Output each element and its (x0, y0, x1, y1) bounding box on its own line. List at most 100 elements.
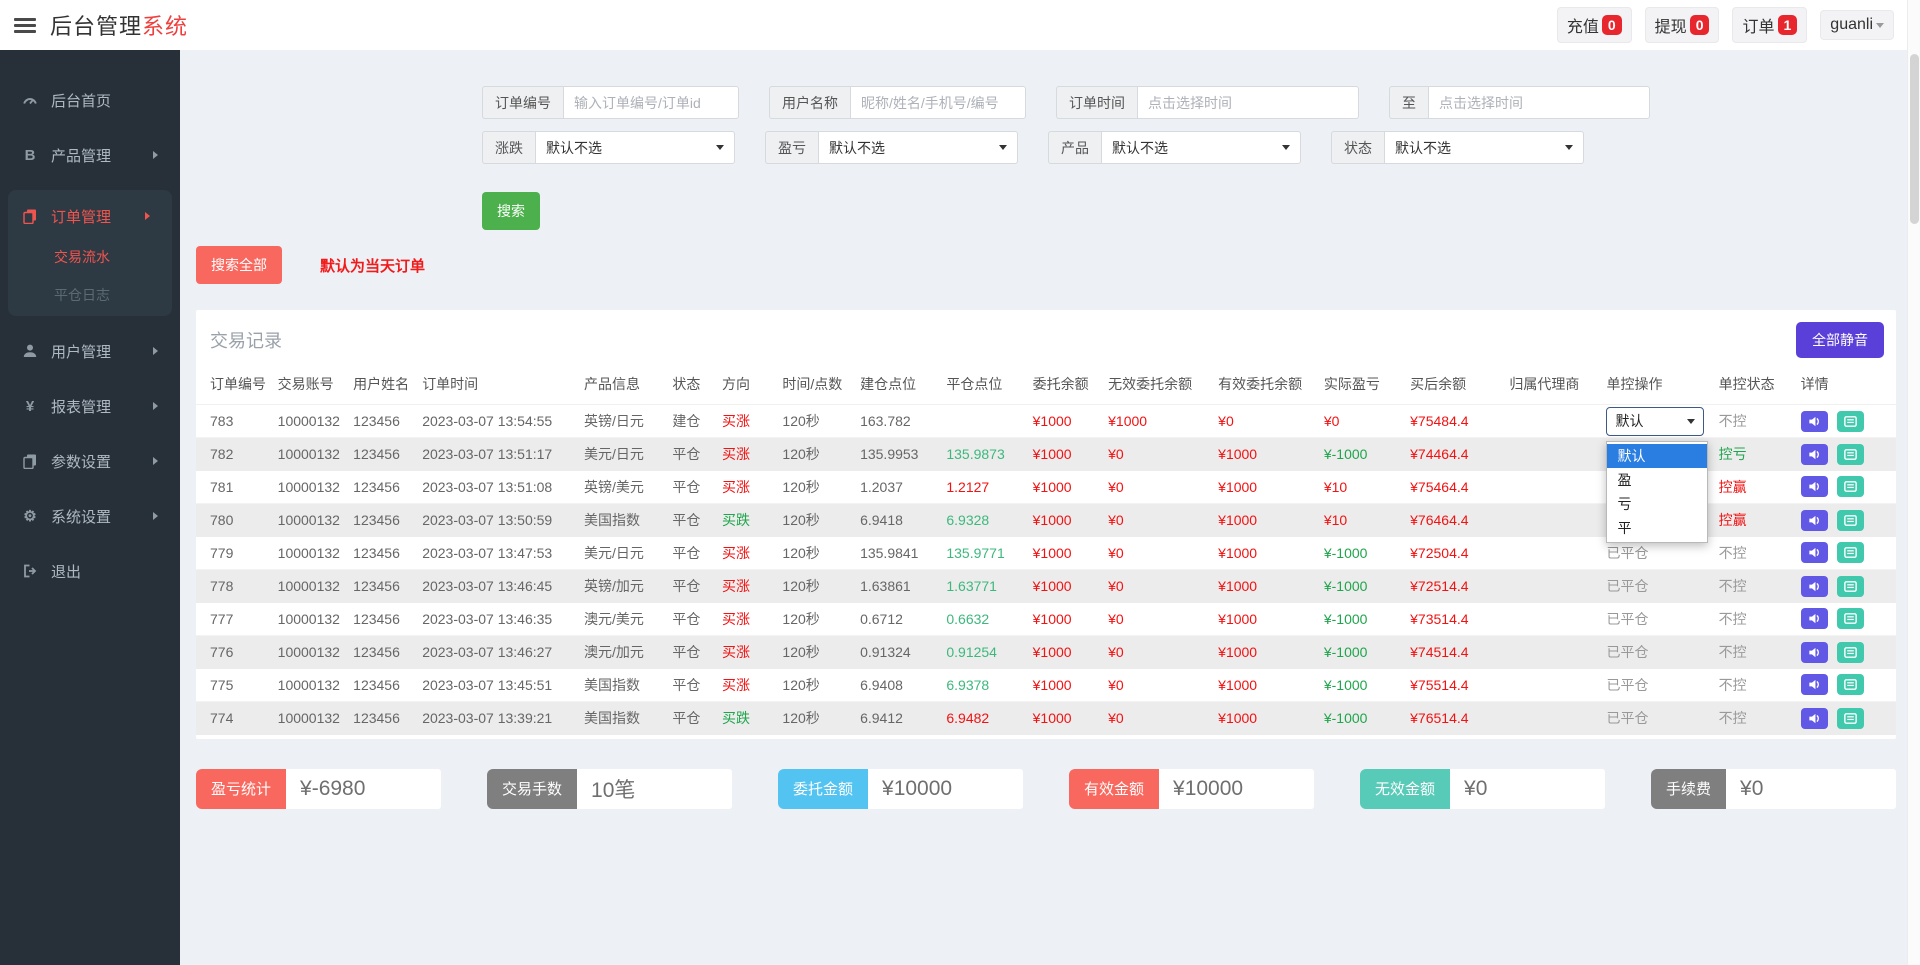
cell-valid-entrust: ¥1000 (1214, 504, 1320, 537)
cell-username: 123456 (349, 471, 418, 504)
menu-toggle-icon[interactable] (14, 15, 36, 36)
dropdown-option[interactable]: 盈 (1607, 468, 1707, 492)
sidebar-item-reports[interactable]: ¥ 报表管理 (0, 386, 180, 426)
cell-actual-profit: ¥10 (1320, 471, 1406, 504)
cell-status: 平仓 (668, 537, 718, 570)
user-menu[interactable]: guanli (1820, 10, 1894, 40)
table-row: 783 10000132 123456 2023-03-07 13:54:55 … (196, 405, 1896, 438)
time-end-input[interactable] (1428, 86, 1650, 119)
cell-agent (1505, 636, 1602, 669)
cell-control-op: 已平仓 (1602, 702, 1714, 735)
cell-order-id: 779 (196, 537, 274, 570)
withdraw-label: 提现 (1655, 13, 1687, 37)
cell-direction: 买涨 (718, 405, 778, 438)
time-start-input[interactable] (1137, 86, 1359, 119)
profit-select[interactable]: 默认不选 (818, 131, 1018, 164)
stat-value: ¥10000 (868, 769, 1023, 809)
cell-close-point: 1.63771 (942, 570, 1028, 603)
sidebar-item-label: 用户管理 (51, 341, 111, 362)
chevron-right-icon (145, 212, 154, 220)
voice-button[interactable] (1801, 444, 1828, 465)
chevron-right-icon (153, 151, 162, 159)
orders-button[interactable]: 订单 1 (1732, 7, 1807, 43)
sidebar-item-label: 报表管理 (51, 396, 111, 417)
stat-box: 有效金额 ¥10000 (1069, 769, 1314, 809)
detail-button[interactable] (1837, 542, 1864, 563)
files-icon (22, 453, 38, 469)
withdraw-button[interactable]: 提现 0 (1645, 7, 1720, 43)
cell-close-point: 135.9873 (942, 438, 1028, 471)
search-button[interactable]: 搜索 (482, 192, 540, 230)
filter-product-label: 产品 (1048, 131, 1101, 164)
detail-button[interactable] (1837, 476, 1864, 497)
sidebar-subitem-trade-flow[interactable]: 交易流水 (8, 238, 172, 276)
voice-button[interactable] (1801, 542, 1828, 563)
cell-account: 10000132 (274, 636, 350, 669)
cell-close-point: 0.91254 (942, 636, 1028, 669)
dropdown-option[interactable]: 平 (1607, 516, 1707, 540)
cell-direction: 买涨 (718, 570, 778, 603)
voice-button[interactable] (1801, 411, 1828, 432)
cell-actual-profit: ¥-1000 (1320, 669, 1406, 702)
single-control-select[interactable]: 默认 默认盈亏平 (1606, 407, 1704, 436)
sidebar-item-users[interactable]: 用户管理 (0, 331, 180, 371)
product-select[interactable]: 默认不选 (1101, 131, 1301, 164)
cell-agent (1505, 504, 1602, 537)
cell-detail (1797, 702, 1896, 735)
speaker-icon (1807, 579, 1822, 594)
list-icon (1843, 645, 1858, 660)
column-header: 时间/点数 (778, 368, 856, 405)
detail-button[interactable] (1837, 674, 1864, 695)
recharge-button[interactable]: 充值 0 (1557, 7, 1632, 43)
cell-close-point: 6.9482 (942, 702, 1028, 735)
sidebar-item-orders[interactable]: 订单管理 (8, 196, 172, 236)
status-select-value: 默认不选 (1395, 138, 1451, 158)
cell-detail (1797, 636, 1896, 669)
sidebar-item-system[interactable]: ⚙ 系统设置 (0, 496, 180, 536)
cell-detail (1797, 405, 1896, 438)
cell-entrust-balance: ¥1000 (1029, 570, 1105, 603)
cell-username: 123456 (349, 504, 418, 537)
stat-value: ¥-6980 (286, 769, 441, 809)
sidebar-item-logout[interactable]: 退出 (0, 551, 180, 591)
voice-button[interactable] (1801, 476, 1828, 497)
search-all-button[interactable]: 搜索全部 (196, 246, 282, 284)
detail-button[interactable] (1837, 510, 1864, 531)
voice-button[interactable] (1801, 642, 1828, 663)
detail-button[interactable] (1837, 444, 1864, 465)
cell-actual-profit: ¥0 (1320, 405, 1406, 438)
cell-order-time: 2023-03-07 13:46:45 (418, 570, 580, 603)
sidebar-item-home[interactable]: 后台首页 (0, 80, 180, 120)
updown-select[interactable]: 默认不选 (535, 131, 735, 164)
column-header: 有效委托余额 (1214, 368, 1320, 405)
status-select[interactable]: 默认不选 (1384, 131, 1584, 164)
user-name-input[interactable] (850, 86, 1026, 119)
detail-button[interactable] (1837, 576, 1864, 597)
detail-button[interactable] (1837, 642, 1864, 663)
voice-button[interactable] (1801, 674, 1828, 695)
order-id-input[interactable] (563, 86, 739, 119)
dropdown-option[interactable]: 亏 (1607, 492, 1707, 516)
filter-status-label: 状态 (1331, 131, 1384, 164)
dropdown-option[interactable]: 默认 (1607, 444, 1707, 468)
mute-all-button[interactable]: 全部静音 (1796, 322, 1884, 358)
speaker-icon (1807, 611, 1822, 626)
voice-button[interactable] (1801, 510, 1828, 531)
detail-button[interactable] (1837, 708, 1864, 729)
stat-box: 手续费 ¥0 (1651, 769, 1896, 809)
sidebar-item-products[interactable]: B 产品管理 (0, 135, 180, 175)
cell-direction: 买跌 (718, 504, 778, 537)
scrollbar-thumb[interactable] (1910, 54, 1919, 224)
detail-button[interactable] (1837, 608, 1864, 629)
cell-invalid-entrust: ¥0 (1104, 669, 1214, 702)
voice-button[interactable] (1801, 576, 1828, 597)
cell-control-state: 不控 (1715, 405, 1797, 438)
voice-button[interactable] (1801, 708, 1828, 729)
cell-entrust-balance: ¥1000 (1029, 702, 1105, 735)
voice-button[interactable] (1801, 608, 1828, 629)
scrollbar[interactable] (1907, 0, 1920, 965)
cell-username: 123456 (349, 405, 418, 438)
detail-button[interactable] (1837, 411, 1864, 432)
sidebar-item-params[interactable]: 参数设置 (0, 441, 180, 481)
sidebar-subitem-close-log[interactable]: 平仓日志 (8, 276, 172, 314)
